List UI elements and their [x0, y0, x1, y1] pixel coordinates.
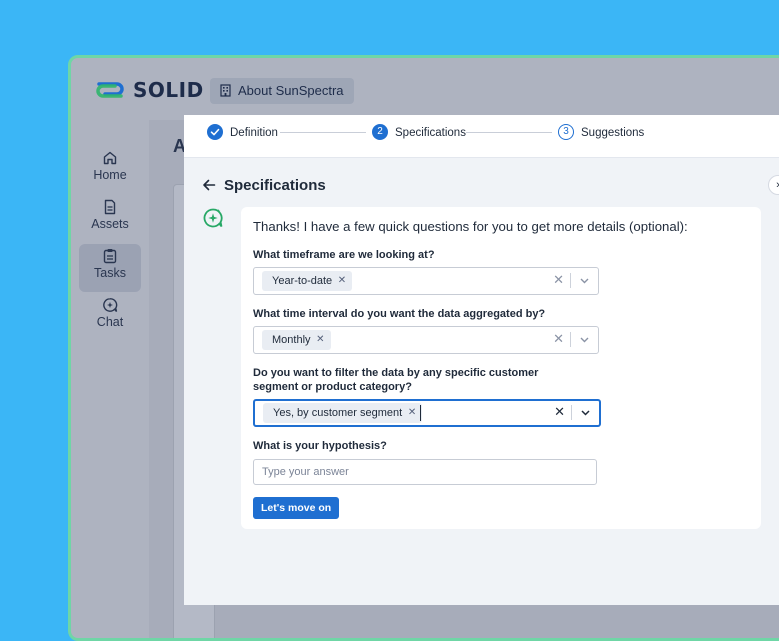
check-icon [207, 124, 223, 140]
sidebar-item-label: Tasks [94, 266, 126, 280]
brand-name: SOLID [133, 78, 204, 102]
building-icon [220, 84, 231, 97]
chip-label: Yes, by customer segment [273, 407, 403, 419]
text-cursor [420, 405, 421, 421]
chevron-down-icon[interactable] [579, 275, 590, 286]
clipboard-icon [103, 249, 117, 264]
collapse-panel-button[interactable]: › [768, 175, 779, 195]
sidebar-item-label: Chat [96, 315, 124, 329]
clear-icon[interactable]: ✕ [553, 332, 564, 346]
sidebar-item-tasks[interactable]: Tasks [79, 244, 141, 292]
chip-remove-icon[interactable]: ✕ [316, 330, 324, 350]
interval-select[interactable]: Monthly ✕ ✕ [253, 326, 599, 354]
chip-label: Monthly [272, 334, 311, 346]
about-sunspectra-button[interactable]: About SunSpectra [210, 78, 354, 104]
panel-title: Specifications [224, 177, 326, 194]
document-icon [104, 199, 116, 215]
question-label: What is your hypothesis? [253, 440, 387, 452]
about-button-label: About SunSpectra [238, 83, 344, 98]
chip-label: Year-to-date [272, 275, 333, 287]
home-icon [103, 151, 117, 165]
question-label: Do you want to filter the data by any sp… [253, 367, 539, 393]
stepper: Definition 2 Specifications 3 Suggestion… [184, 115, 779, 158]
questions-card: Thanks! I have a few quick questions for… [241, 207, 761, 529]
solid-logo-icon [96, 82, 124, 98]
sidebar-item-assets[interactable]: Assets [79, 195, 141, 243]
selected-chip: Monthly ✕ [262, 330, 331, 350]
divider [570, 332, 571, 347]
clear-icon[interactable]: ✕ [554, 405, 565, 419]
clear-icon[interactable]: ✕ [553, 273, 564, 287]
sidebar-item-label: Assets [91, 217, 129, 231]
step-label: Suggestions [581, 127, 645, 139]
question-label: What timeframe are we looking at? [253, 249, 435, 261]
hypothesis-input[interactable] [253, 459, 597, 485]
lets-move-on-button[interactable]: Let's move on [253, 497, 340, 519]
sidebar-item-chat[interactable]: Chat [79, 293, 141, 341]
divider [570, 273, 571, 288]
sidebar: Home Assets Tasks Chat [71, 120, 149, 638]
step-label: Specifications [395, 127, 466, 139]
step-connector [280, 132, 366, 133]
sidebar-item-label: Home [93, 168, 127, 182]
top-bar: SOLID About SunSpectra [71, 58, 779, 120]
back-arrow-icon[interactable] [202, 178, 216, 192]
step-number: 3 [558, 124, 574, 140]
ai-assistant-icon [203, 208, 223, 228]
chip-remove-icon[interactable]: ✕ [408, 403, 416, 423]
timeframe-select[interactable]: Year-to-date ✕ ✕ [253, 267, 599, 295]
step-label: Definition [230, 127, 278, 139]
chevron-down-icon[interactable] [580, 407, 591, 418]
segment-filter-select[interactable]: Yes, by customer segment ✕ ✕ [253, 399, 601, 427]
selected-chip: Year-to-date ✕ [262, 271, 353, 291]
divider [571, 405, 572, 420]
chevron-down-icon[interactable] [579, 334, 590, 345]
selected-chip: Yes, by customer segment ✕ [263, 403, 423, 423]
chip-remove-icon[interactable]: ✕ [338, 271, 346, 291]
intro-text: Thanks! I have a few quick questions for… [253, 219, 688, 234]
step-number: 2 [372, 124, 388, 140]
chat-sparkle-icon [103, 298, 118, 312]
sidebar-item-home[interactable]: Home [79, 146, 141, 194]
specifications-panel: Definition 2 Specifications 3 Suggestion… [184, 115, 779, 605]
step-connector [466, 132, 552, 133]
question-label: What time interval do you want the data … [253, 308, 546, 320]
